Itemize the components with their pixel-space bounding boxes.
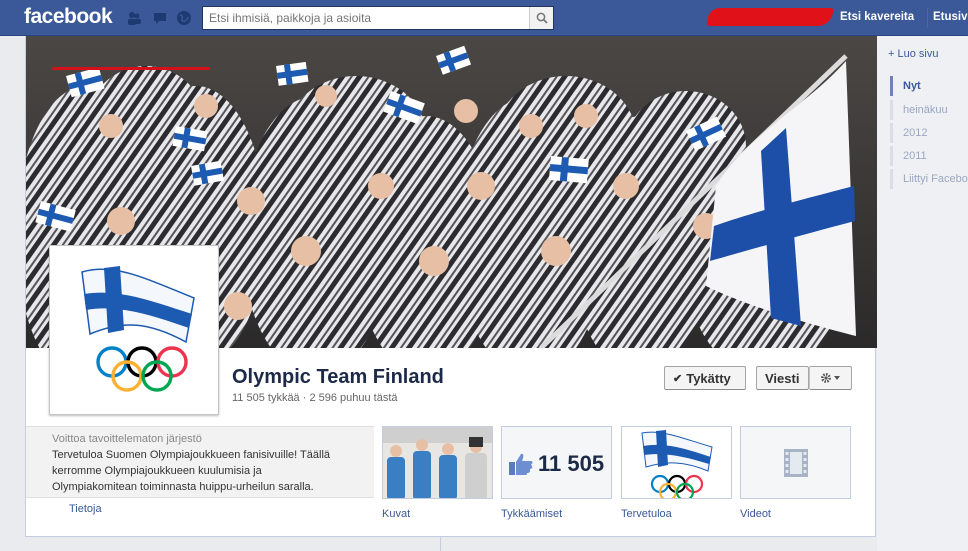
- welcome-thumbnail: [622, 427, 731, 498]
- page-timeline: Olympic Team Finland 11 505 tykkää · 2 5…: [25, 36, 877, 537]
- find-friends-link[interactable]: Etsi kavereita: [840, 11, 914, 23]
- thumbs-up-icon: [509, 453, 533, 475]
- timeline-item-joined[interactable]: Liittyi Facebookiin: [890, 169, 968, 189]
- photos-label[interactable]: Kuvat: [382, 508, 410, 520]
- about-box: Voittoa tavoittelematon järjestö Tervetu…: [26, 426, 374, 498]
- timeline-item-2011[interactable]: 2011: [890, 146, 968, 166]
- red-underline-annotation: [52, 67, 210, 70]
- message-button[interactable]: Viesti: [756, 366, 809, 390]
- search-box: [202, 6, 554, 30]
- search-input[interactable]: [203, 7, 523, 29]
- about-link[interactable]: Tietoja: [69, 503, 102, 515]
- checkmark-icon: ✔: [673, 372, 683, 385]
- page-description: Tervetuloa Suomen Olympiajoukkueen fanis…: [52, 449, 331, 493]
- videos-tile[interactable]: [740, 426, 851, 499]
- page-title: Olympic Team Finland: [232, 366, 444, 388]
- create-page-link[interactable]: + Luo sivu: [888, 48, 938, 60]
- notifications-globe-icon[interactable]: [176, 10, 192, 26]
- gear-dropdown-icon: [820, 373, 840, 383]
- likes-label[interactable]: Tykkäämiset: [501, 508, 562, 520]
- page-stats: 11 505 tykkää · 2 596 puhuu tästä: [232, 392, 398, 404]
- photos-tile[interactable]: [382, 426, 493, 499]
- messages-icon[interactable]: [152, 10, 168, 26]
- likes-count: 11 505: [538, 451, 605, 476]
- nav-separator: [927, 8, 928, 28]
- top-bar: facebook Etsi kavereita Etusivu: [0, 0, 968, 36]
- timeline-spine: [440, 537, 441, 551]
- liked-button[interactable]: ✔ Tykätty: [664, 366, 746, 390]
- search-button[interactable]: [529, 7, 553, 29]
- timeline-item-2012[interactable]: 2012: [890, 123, 968, 143]
- profile-picture[interactable]: [49, 245, 219, 415]
- facebook-logo[interactable]: facebook: [24, 5, 113, 29]
- friend-requests-icon[interactable]: [126, 10, 142, 26]
- welcome-label[interactable]: Tervetuloa: [621, 508, 672, 520]
- film-strip-icon: [784, 449, 808, 477]
- settings-dropdown-button[interactable]: [809, 366, 852, 390]
- photos-thumbnail: [383, 427, 492, 498]
- search-icon: [536, 12, 548, 24]
- welcome-tile[interactable]: [621, 426, 732, 499]
- videos-label[interactable]: Videot: [740, 508, 771, 520]
- olympic-team-finland-logo: [81, 266, 195, 392]
- likes-tile[interactable]: 11 505: [501, 426, 612, 499]
- redacted-profile-name: [706, 8, 834, 26]
- page-category: Voittoa tavoittelematon järjestö: [52, 433, 202, 445]
- home-link[interactable]: Etusivu: [933, 11, 968, 23]
- timeline-item-july[interactable]: heinäkuu: [890, 100, 968, 120]
- liked-button-label: Tykätty: [686, 370, 731, 386]
- timeline-item-now[interactable]: Nyt: [890, 76, 968, 96]
